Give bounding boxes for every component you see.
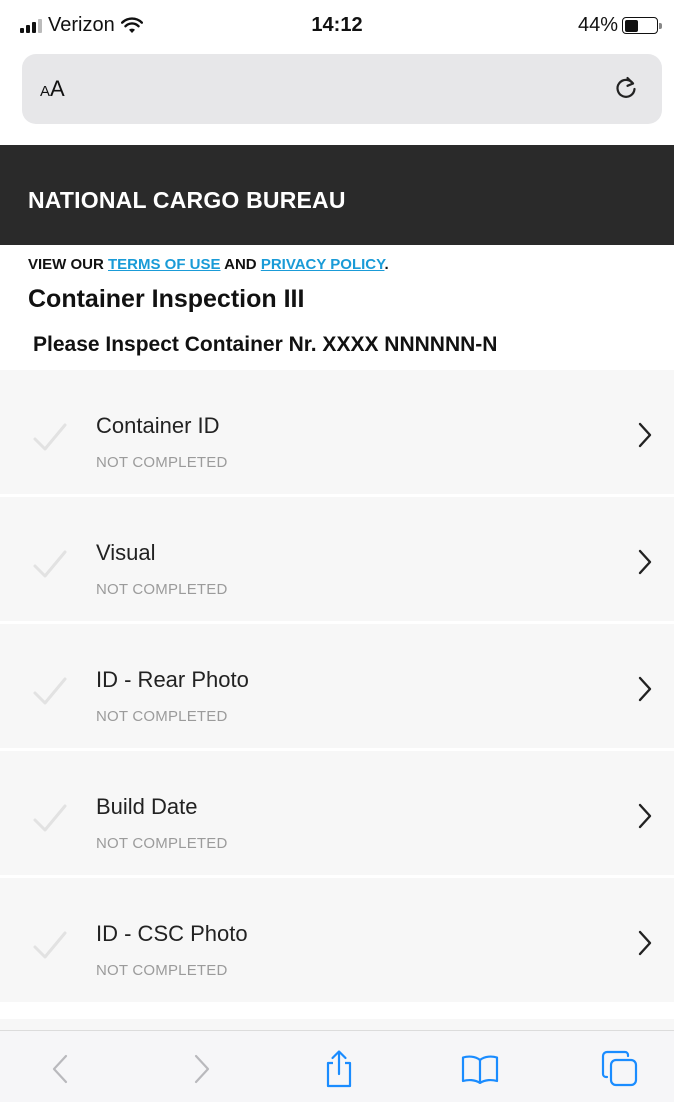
checkmark-icon xyxy=(33,550,67,578)
status-bar: Verizon 14:12 44% xyxy=(0,0,674,48)
back-icon xyxy=(52,1054,68,1084)
checklist-item-visual[interactable]: Visual NOT COMPLETED xyxy=(0,497,674,624)
checklist-item-container-id[interactable]: Container ID NOT COMPLETED xyxy=(0,370,674,497)
reload-icon[interactable] xyxy=(612,74,640,102)
checkmark-icon xyxy=(33,677,67,705)
reader-options-button[interactable]: AA xyxy=(40,76,65,102)
terms-of-use-link[interactable]: TERMS OF USE xyxy=(108,256,221,273)
browser-toolbar xyxy=(0,1030,674,1102)
aa-large-label: A xyxy=(50,76,65,101)
site-title: NATIONAL CARGO BUREAU xyxy=(28,187,346,213)
legal-and: AND xyxy=(220,256,261,273)
checklist-item-status: NOT COMPLETED xyxy=(96,708,228,725)
bookmarks-button[interactable] xyxy=(460,1049,500,1089)
checkmark-icon xyxy=(33,931,67,959)
back-button[interactable] xyxy=(40,1049,80,1089)
inspection-checklist: Container ID NOT COMPLETED Visual NOT CO… xyxy=(0,370,674,1005)
tabs-button[interactable] xyxy=(600,1049,640,1089)
chevron-right-icon xyxy=(638,803,652,829)
legal-links: VIEW OUR TERMS OF USE AND PRIVACY POLICY… xyxy=(28,256,389,273)
checkmark-icon xyxy=(33,804,67,832)
address-bar[interactable]: AA xyxy=(22,54,662,124)
chevron-right-icon xyxy=(638,930,652,956)
clock: 14:12 xyxy=(311,14,363,36)
battery-icon xyxy=(622,17,662,34)
checklist-item-label: Build Date xyxy=(96,794,198,819)
chevron-right-icon xyxy=(638,422,652,448)
checklist-item-label: ID - CSC Photo xyxy=(96,921,248,946)
forward-icon xyxy=(194,1054,210,1084)
privacy-policy-link[interactable]: PRIVACY POLICY xyxy=(261,256,385,273)
aa-small-label: A xyxy=(40,83,51,100)
checklist-item-label: ID - Rear Photo xyxy=(96,667,249,692)
checklist-item-status: NOT COMPLETED xyxy=(96,454,228,471)
share-icon xyxy=(326,1050,352,1088)
checklist-item-status: NOT COMPLETED xyxy=(96,581,228,598)
site-header: NATIONAL CARGO BUREAU xyxy=(0,145,674,245)
checklist-item-build-date[interactable]: Build Date NOT COMPLETED xyxy=(0,751,674,878)
page-subtitle: Please Inspect Container Nr. XXXX NNNNNN… xyxy=(33,333,498,356)
battery-percent: 44% xyxy=(577,14,618,36)
checklist-item-label: Container ID xyxy=(96,413,220,438)
checklist-item-id-rear-photo[interactable]: ID - Rear Photo NOT COMPLETED xyxy=(0,624,674,751)
page-title: Container Inspection III xyxy=(28,285,305,313)
tabs-icon xyxy=(601,1050,638,1087)
checkmark-icon xyxy=(33,423,67,451)
chevron-right-icon xyxy=(638,676,652,702)
battery-fill xyxy=(624,19,639,32)
checklist-item-status: NOT COMPLETED xyxy=(96,962,228,979)
checklist-item-label: Visual xyxy=(96,540,156,565)
legal-suffix: . xyxy=(384,256,389,273)
legal-prefix: VIEW OUR xyxy=(28,256,109,273)
checklist-item-status: NOT COMPLETED xyxy=(96,835,228,852)
chevron-right-icon xyxy=(638,549,652,575)
checklist-item-id-csc-photo[interactable]: ID - CSC Photo NOT COMPLETED xyxy=(0,878,674,1005)
forward-button[interactable] xyxy=(182,1049,222,1089)
bookmarks-icon xyxy=(461,1055,499,1084)
battery-indicator: 44% xyxy=(577,14,662,37)
share-button[interactable] xyxy=(319,1049,359,1089)
